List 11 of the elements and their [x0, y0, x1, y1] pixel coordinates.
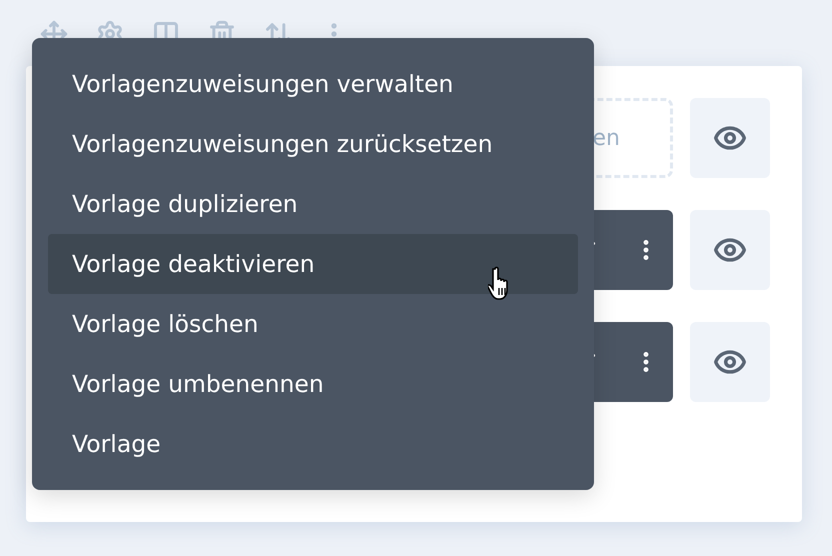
menu-item[interactable]: Vorlage	[48, 414, 578, 474]
menu-item[interactable]: Vorlagenzuweisungen verwalten	[48, 54, 578, 114]
preview-button[interactable]	[690, 98, 770, 178]
menu-item[interactable]: Vorlage löschen	[48, 294, 578, 354]
menu-item[interactable]: Vorlagenzuweisungen zurücksetzen	[48, 114, 578, 174]
menu-item[interactable]: Vorlage deaktivieren	[48, 234, 578, 294]
preview-button[interactable]	[690, 322, 770, 402]
menu-item[interactable]: Vorlage duplizieren	[48, 174, 578, 234]
menu-item[interactable]: Vorlage umbenennen	[48, 354, 578, 414]
preview-button[interactable]	[690, 210, 770, 290]
drop-zone-label: en	[592, 126, 620, 150]
